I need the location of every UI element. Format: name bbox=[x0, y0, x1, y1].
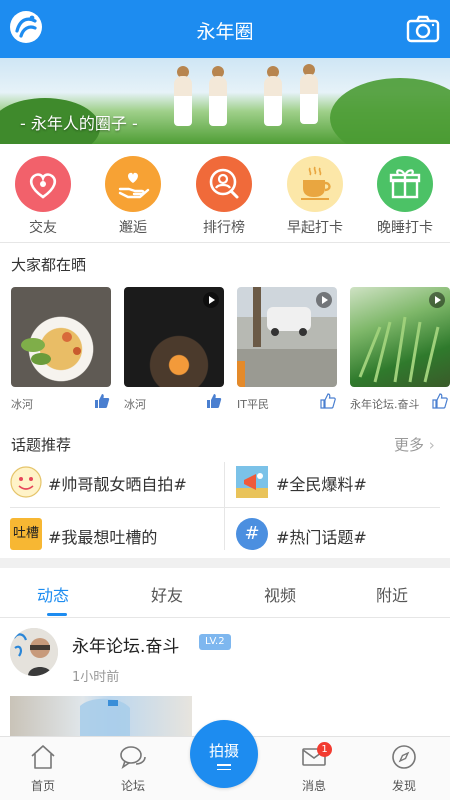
topics-title: 话题推荐 bbox=[11, 436, 72, 454]
section-gap bbox=[0, 558, 450, 568]
post-image[interactable] bbox=[10, 696, 192, 736]
category-jiaoyou[interactable]: 交友 bbox=[6, 156, 80, 237]
showcase-thumbnail[interactable] bbox=[237, 287, 337, 387]
category-paihangbang[interactable]: 排行榜 bbox=[187, 156, 261, 237]
showcase-title: 大家都在晒 bbox=[11, 256, 87, 274]
coffee-cup-icon bbox=[287, 156, 343, 212]
category-label: 交友 bbox=[29, 220, 57, 236]
banner-caption: - 永年人的圈子 - bbox=[20, 114, 138, 133]
menu-lines-icon bbox=[217, 764, 231, 773]
thumbs-up-icon[interactable] bbox=[320, 393, 336, 409]
nav-forum[interactable]: 论坛 bbox=[103, 743, 163, 794]
category-label: 早起打卡 bbox=[287, 220, 343, 236]
tab-shipin[interactable]: 视频 bbox=[264, 582, 296, 606]
nav-label: 论坛 bbox=[120, 779, 145, 793]
category-label: 晚睡打卡 bbox=[377, 220, 433, 236]
play-icon bbox=[316, 292, 332, 308]
topic-item[interactable]: #全民爆料# bbox=[276, 471, 367, 495]
banner-figure bbox=[174, 76, 192, 126]
more-label: 更多 bbox=[394, 436, 425, 454]
thumbs-up-icon[interactable] bbox=[206, 393, 222, 409]
category-row: 交友 邂逅 排行榜 早起打卡 晚睡打卡 bbox=[0, 148, 450, 240]
hand-heart-icon bbox=[105, 156, 161, 212]
category-label: 排行榜 bbox=[203, 220, 245, 236]
hashtag-icon: # bbox=[236, 518, 268, 550]
showcase-user[interactable]: 永年论坛.奋斗 bbox=[350, 396, 420, 412]
banner[interactable]: - 永年人的圈子 - bbox=[0, 58, 450, 144]
nav-home[interactable]: 首页 bbox=[13, 743, 73, 794]
heart-icon bbox=[15, 156, 71, 212]
showcase-user[interactable]: 冰河 bbox=[124, 396, 146, 412]
shoot-label: 拍摄 bbox=[208, 742, 239, 760]
divider bbox=[10, 507, 440, 508]
category-label: 邂逅 bbox=[119, 220, 147, 236]
nav-messages[interactable]: 消息 bbox=[284, 743, 344, 794]
nav-label: 消息 bbox=[301, 779, 326, 793]
tab-haoyou[interactable]: 好友 bbox=[151, 582, 183, 606]
app-screen: 永年圈 - 永年人的圈子 - 交友 邂逅 排行榜 早起打卡 晚睡打卡 大家都在晒… bbox=[0, 0, 450, 800]
play-icon bbox=[203, 292, 219, 308]
thumbs-up-icon[interactable] bbox=[94, 393, 110, 409]
camera-icon[interactable] bbox=[406, 14, 440, 44]
topic-item[interactable]: #我最想吐槽的 bbox=[48, 524, 157, 548]
search-person-icon bbox=[196, 156, 252, 212]
nav-discover[interactable]: 发现 bbox=[374, 743, 434, 794]
home-icon bbox=[29, 743, 57, 771]
tucao-sticker-icon: 吐槽 bbox=[10, 518, 42, 550]
divider bbox=[0, 242, 450, 243]
nav-label: 发现 bbox=[391, 779, 416, 793]
gift-icon bbox=[377, 156, 433, 212]
post-author[interactable]: 永年论坛.奋斗 bbox=[72, 632, 179, 657]
banner-figure bbox=[264, 76, 282, 126]
megaphone-icon bbox=[236, 466, 268, 498]
top-bar: 永年圈 bbox=[0, 0, 450, 58]
showcase-thumbnail[interactable] bbox=[350, 287, 450, 387]
banner-figure bbox=[300, 74, 318, 124]
topic-item[interactable]: #帅哥靓女晒自拍# bbox=[48, 471, 187, 495]
shoot-button[interactable]: 拍摄 bbox=[190, 720, 258, 788]
message-badge: 1 bbox=[317, 742, 332, 757]
tab-fujin[interactable]: 附近 bbox=[376, 582, 408, 606]
category-zaoqi[interactable]: 早起打卡 bbox=[278, 156, 352, 237]
showcase-thumbnail[interactable] bbox=[124, 287, 224, 387]
divider bbox=[0, 617, 450, 618]
page-title: 永年圈 bbox=[196, 21, 254, 43]
category-xiehou[interactable]: 邂逅 bbox=[96, 156, 170, 237]
topic-item[interactable]: #热门话题# bbox=[276, 524, 367, 548]
thumbs-up-icon[interactable] bbox=[432, 393, 448, 409]
play-icon bbox=[429, 292, 445, 308]
active-tab-indicator bbox=[47, 613, 67, 616]
chevron-right-icon: › bbox=[428, 436, 435, 454]
banner-figure bbox=[209, 76, 227, 126]
compass-icon bbox=[390, 743, 418, 771]
showcase-user[interactable]: 冰河 bbox=[11, 396, 33, 412]
level-badge: LV.2 bbox=[199, 634, 231, 650]
nav-label: 首页 bbox=[30, 779, 55, 793]
selfie-sticker-icon bbox=[10, 466, 42, 498]
avatar[interactable] bbox=[10, 628, 58, 676]
more-topics-link[interactable]: 更多 › bbox=[394, 434, 435, 455]
banner-bush bbox=[330, 78, 450, 144]
showcase-user[interactable]: IT平民 bbox=[237, 396, 269, 412]
tab-dongtai[interactable]: 动态 bbox=[37, 582, 69, 606]
divider bbox=[224, 462, 225, 550]
category-wanshui[interactable]: 晚睡打卡 bbox=[368, 156, 442, 237]
showcase-thumbnail[interactable] bbox=[11, 287, 111, 387]
post-time: 1小时前 bbox=[72, 670, 120, 685]
chat-bubbles-icon bbox=[119, 743, 147, 771]
